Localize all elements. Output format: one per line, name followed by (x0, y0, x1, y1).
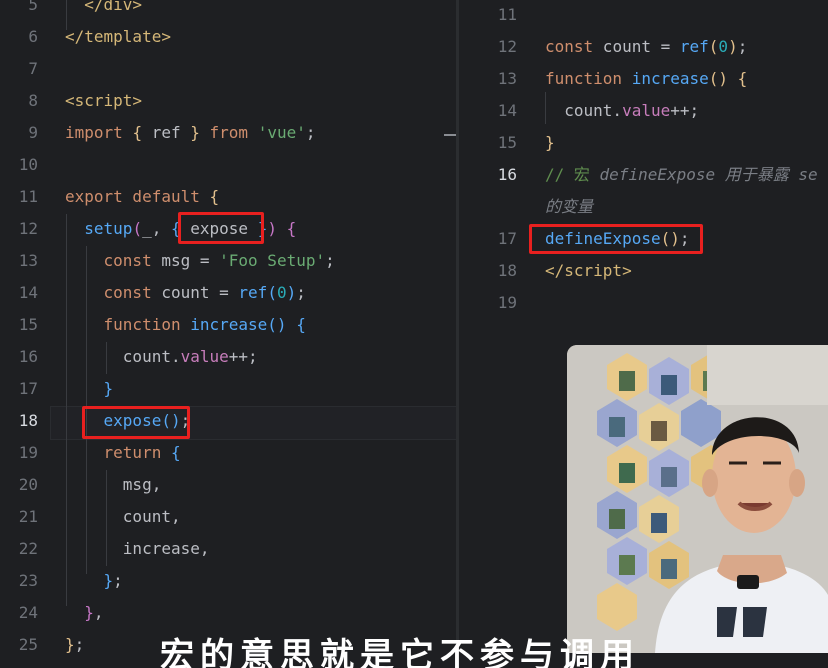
code-line[interactable]: 8 <script> (0, 85, 456, 117)
code-text[interactable]: msg, (65, 469, 162, 501)
line-number: 23 (18, 571, 38, 590)
line-number: 22 (18, 539, 38, 558)
code-line[interactable]: 19 (459, 287, 828, 319)
code-line[interactable]: 11 export default { (0, 181, 456, 213)
code-text[interactable]: import { ref } from 'vue'; (65, 117, 316, 149)
line-number: 12 (18, 219, 38, 238)
code-line[interactable]: 18 </script> (459, 255, 828, 287)
code-line[interactable]: 9 import { ref } from 'vue'; (0, 117, 456, 149)
code-line[interactable]: 13 const msg = 'Foo Setup'; (0, 245, 456, 277)
code-line[interactable]: 18 expose(); (0, 405, 456, 437)
code-line[interactable]: 19 return { (0, 437, 456, 469)
code-line[interactable]: 10 (0, 149, 456, 181)
expose-call-highlight (82, 406, 190, 439)
code-text[interactable]: export default { (65, 181, 219, 213)
code-line[interactable]: 16 // 宏 defineExpose 用于暴露 se (459, 159, 828, 191)
code-text[interactable]: count, (65, 501, 181, 533)
code-line[interactable]: 的变量 (459, 191, 828, 223)
code-line[interactable]: 16 count.value++; (0, 341, 456, 373)
presenter-video (567, 345, 828, 653)
line-number: 11 (497, 5, 517, 24)
line-number: 15 (18, 315, 38, 334)
line-number: 16 (18, 347, 38, 366)
line-number: 14 (18, 283, 38, 302)
code-line[interactable]: 23 }; (0, 565, 456, 597)
code-line[interactable]: 15} (459, 127, 828, 159)
code-text[interactable]: 的变量 (545, 191, 593, 223)
code-text[interactable]: return { (65, 437, 181, 469)
line-number: 17 (18, 379, 38, 398)
code-text[interactable]: }, (65, 597, 103, 629)
code-line[interactable]: 5 </div> (0, 0, 456, 21)
line-number: 9 (28, 123, 38, 142)
code-text[interactable]: <script> (65, 85, 142, 117)
line-number: 19 (497, 293, 517, 312)
code-text[interactable]: // 宏 defineExpose 用于暴露 se (545, 159, 818, 191)
code-text[interactable]: increase, (65, 533, 210, 565)
line-number: 5 (28, 0, 38, 14)
code-line[interactable]: 20 msg, (0, 469, 456, 501)
line-number: 20 (18, 475, 38, 494)
line-number: 24 (18, 603, 38, 622)
code-line[interactable]: 22 increase, (0, 533, 456, 565)
code-text[interactable]: } (65, 373, 114, 405)
code-line[interactable]: 14 const count = ref(0); (0, 277, 456, 309)
code-text[interactable]: </script> (545, 255, 632, 287)
code-text[interactable]: }; (65, 565, 123, 597)
line-number: 13 (18, 251, 38, 270)
code-text[interactable]: const count = ref(0); (65, 277, 306, 309)
line-number: 13 (497, 69, 517, 88)
webcam-overlay (567, 345, 828, 653)
line-number: 11 (18, 187, 38, 206)
code-line[interactable]: 11 (459, 0, 828, 31)
line-number: 15 (497, 133, 517, 152)
line-number: 12 (497, 37, 517, 56)
left-editor-pane[interactable]: 5 </div> 6 </template> 7 8 <script> 9 import { … (0, 0, 456, 653)
code-text[interactable]: function increase() { (65, 309, 306, 341)
expose-param-highlight (178, 212, 264, 244)
code-line[interactable]: 13 function increase() { (459, 63, 828, 95)
code-text[interactable]: count.value++; (65, 341, 258, 373)
line-number: 7 (28, 59, 38, 78)
line-number: 8 (28, 91, 38, 110)
line-number: 25 (18, 635, 38, 653)
line-number: 10 (18, 155, 38, 174)
code-line[interactable]: 12 const count = ref(0); (459, 31, 828, 63)
code-text[interactable]: function increase() { (545, 63, 747, 95)
code-line[interactable]: 17 } (0, 373, 456, 405)
code-line[interactable]: 6 </template> (0, 21, 456, 53)
code-text[interactable]: const count = ref(0); (545, 31, 747, 63)
line-number: 21 (18, 507, 38, 526)
code-text[interactable]: </div> (65, 0, 142, 21)
code-line[interactable]: 14 count.value++; (459, 95, 828, 127)
scroll-marker (444, 134, 456, 136)
line-number: 18 (497, 261, 517, 280)
code-text[interactable]: }; (65, 629, 84, 653)
line-number: 17 (497, 229, 517, 248)
code-text[interactable]: count.value++; (545, 95, 699, 127)
line-number: 19 (18, 443, 38, 462)
code-line[interactable]: 7 (0, 53, 456, 85)
code-text[interactable]: } (545, 127, 555, 159)
code-text[interactable]: </template> (65, 21, 171, 53)
line-number: 18 (18, 411, 38, 430)
line-number: 16 (497, 165, 517, 184)
line-number: 6 (28, 27, 38, 46)
define-expose-highlight (529, 224, 703, 254)
line-number: 14 (497, 101, 517, 120)
code-line[interactable]: 15 function increase() { (0, 309, 456, 341)
code-text[interactable]: const msg = 'Foo Setup'; (65, 245, 335, 277)
code-line[interactable]: 21 count, (0, 501, 456, 533)
code-line[interactable]: 24 }, (0, 597, 456, 629)
video-subtitle: 宏的意思就是它不参与调用 (160, 636, 640, 668)
